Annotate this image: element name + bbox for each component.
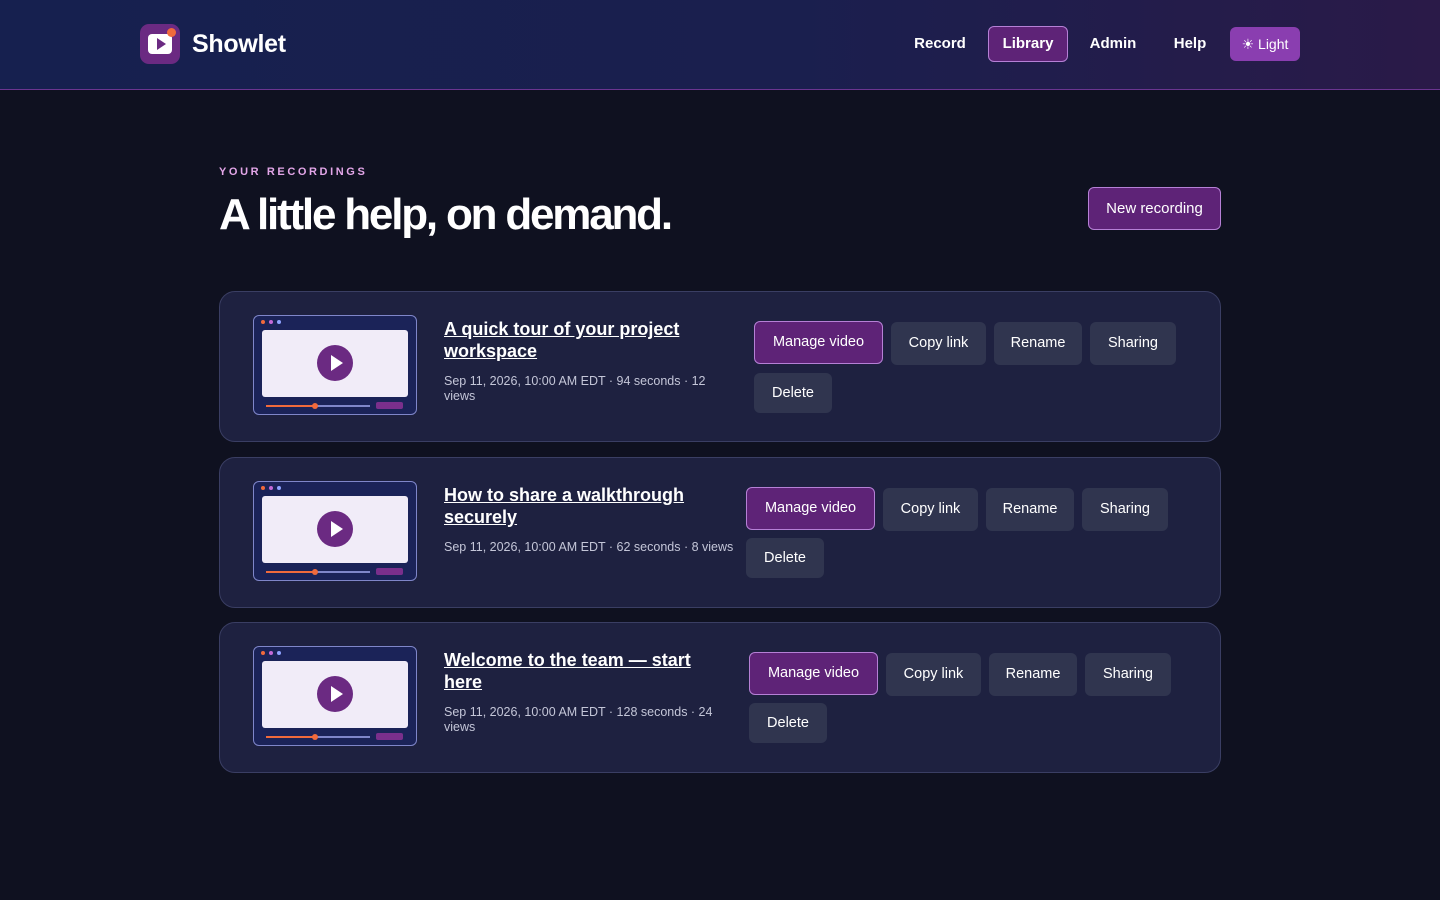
recording-meta: Sep 11, 2026, 10:00 AM EDT · 94 seconds … <box>444 374 706 403</box>
recording-card: How to share a walkthrough securely Sep … <box>219 457 1221 608</box>
sharing-button[interactable]: Sharing <box>1082 488 1168 531</box>
recording-meta: Sep 11, 2026, 10:00 AM EDT · 128 seconds… <box>444 705 713 734</box>
nav-help[interactable]: Help <box>1158 26 1222 62</box>
recording-meta: Sep 11, 2026, 10:00 AM EDT · 62 seconds … <box>444 540 734 554</box>
copy-link-button[interactable]: Copy link <box>883 488 978 531</box>
rename-button[interactable]: Rename <box>994 322 1082 365</box>
video-thumbnail[interactable] <box>253 646 417 746</box>
copy-link-button[interactable]: Copy link <box>886 653 981 696</box>
recording-card: Welcome to the team — start here Sep 11,… <box>219 622 1221 773</box>
play-icon <box>317 676 353 712</box>
play-icon <box>317 345 353 381</box>
sharing-button[interactable]: Sharing <box>1090 322 1176 365</box>
copy-link-button[interactable]: Copy link <box>891 322 986 365</box>
main-nav: Record Library Admin Help ☀ Light <box>0 26 1300 62</box>
recording-card: A quick tour of your project workspace S… <box>219 291 1221 442</box>
recording-title-link[interactable]: Welcome to the team — start here <box>444 649 714 693</box>
video-thumbnail[interactable] <box>253 315 417 415</box>
sharing-button[interactable]: Sharing <box>1085 653 1171 696</box>
video-thumbnail[interactable] <box>253 481 417 581</box>
delete-button[interactable]: Delete <box>746 538 824 578</box>
top-bar: Showlet Record Library Admin Help ☀ Ligh… <box>0 0 1440 90</box>
nav-admin[interactable]: Admin <box>1076 26 1150 62</box>
delete-button[interactable]: Delete <box>749 703 827 743</box>
page-title: A little help, on demand. <box>219 190 673 239</box>
nav-record[interactable]: Record <box>898 26 982 62</box>
manage-video-button[interactable]: Manage video <box>749 652 878 695</box>
rename-button[interactable]: Rename <box>989 653 1077 696</box>
recording-title-link[interactable]: How to share a walkthrough securely <box>444 484 714 528</box>
manage-video-button[interactable]: Manage video <box>746 487 875 530</box>
manage-video-button[interactable]: Manage video <box>754 321 883 364</box>
new-recording-button[interactable]: New recording <box>1088 187 1221 230</box>
section-eyebrow: YOUR RECORDINGS <box>219 166 368 178</box>
theme-toggle-button[interactable]: ☀ Light <box>1230 27 1300 61</box>
play-icon <box>317 511 353 547</box>
rename-button[interactable]: Rename <box>986 488 1074 531</box>
recording-title-link[interactable]: A quick tour of your project workspace <box>444 318 714 362</box>
nav-library[interactable]: Library <box>988 26 1068 62</box>
delete-button[interactable]: Delete <box>754 373 832 413</box>
